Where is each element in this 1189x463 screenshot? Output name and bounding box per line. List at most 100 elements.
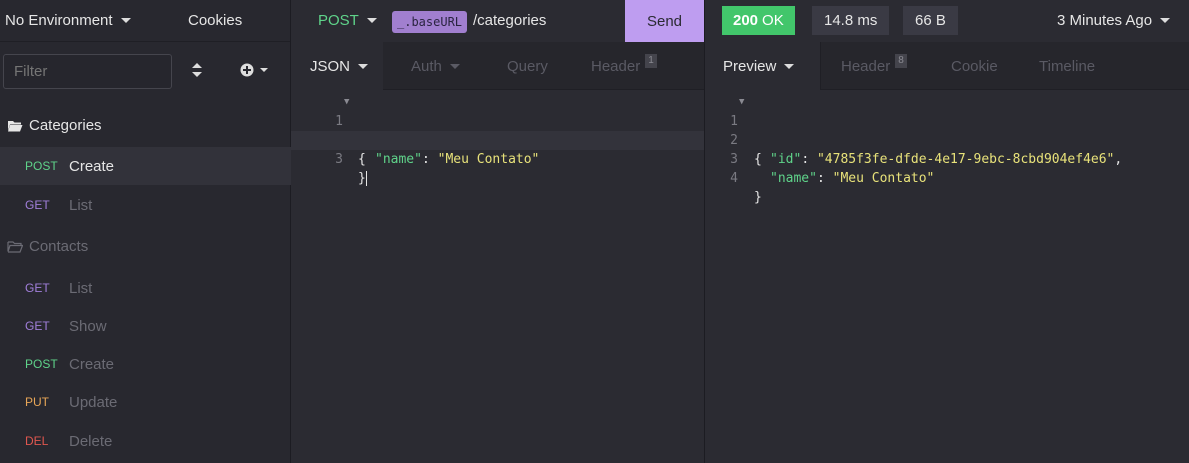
tab-cookie[interactable]: Cookie (951, 42, 998, 90)
json-key: "name" (375, 152, 422, 167)
json-value: "Meu Contato" (437, 152, 540, 167)
json-value: "Meu Contato" (832, 171, 935, 186)
request-item-contacts-list[interactable]: GET List (0, 269, 291, 307)
status-code: 200 (733, 12, 759, 29)
time-ago-label: 3 Minutes Ago (1057, 12, 1153, 29)
method-badge: DEL (25, 434, 49, 448)
tab-auth[interactable]: Auth (411, 42, 460, 90)
code-text: { (358, 152, 366, 167)
filter-input[interactable] (3, 54, 172, 89)
request-item-categories-list[interactable]: GET List (0, 186, 291, 224)
code-text: "name": "Meu Contato" (770, 171, 935, 186)
tab-query[interactable]: Query (507, 42, 548, 90)
fold-icon[interactable]: ▼ (739, 93, 744, 112)
request-name: Delete (69, 432, 113, 450)
tab-timeline[interactable]: Timeline (1039, 42, 1095, 90)
request-item-contacts-show[interactable]: GET Show (0, 307, 291, 345)
filter-row (0, 52, 291, 90)
request-item-contacts-update[interactable]: PUT Update (0, 383, 291, 421)
response-tabs: Preview Header 8 Cookie Timeline (705, 42, 1189, 90)
response-pane: 200 OK 14.8 ms 66 B 3 Minutes Ago Previe… (704, 0, 1189, 463)
request-name: List (69, 279, 93, 297)
response-body-viewer: 1 ▼ { 2 "id": "4785f3fe-dfde-4e17-9ebc-8… (705, 93, 1189, 205)
chevron-down-icon (1160, 18, 1171, 23)
method-badge: GET (25, 281, 50, 295)
code-line: 2 "name": "Meu Contato" (291, 112, 704, 167)
response-time: 14.8 ms (812, 6, 890, 35)
status-text: OK (762, 12, 784, 29)
text-cursor (365, 171, 367, 186)
request-item-contacts-create[interactable]: POST Create (0, 345, 291, 383)
request-name: List (69, 196, 93, 214)
method-badge: POST (25, 357, 58, 371)
tab-preview[interactable]: Preview (705, 42, 821, 90)
sidebar: No Environment Cookies Categories POST C… (0, 0, 291, 463)
method-badge: PUT (25, 395, 49, 409)
tab-label: Preview (723, 57, 777, 75)
tab-label: Auth (411, 57, 442, 75)
code-text-brace: } (358, 171, 366, 186)
folder-name: Categories (29, 116, 102, 134)
header-count-badge: 1 (645, 54, 657, 68)
chevron-down-icon (449, 63, 460, 69)
tab-label: Header (841, 57, 891, 75)
cookies-button[interactable]: Cookies (188, 12, 242, 29)
request-name: Update (69, 393, 118, 411)
chevron-down-icon (358, 63, 369, 69)
url-bar: POST _.baseURL /categories Send (291, 0, 704, 42)
chevron-down-icon (784, 63, 795, 69)
request-tabs: JSON Auth Query Header 1 (291, 42, 704, 90)
header-count-badge: 8 (895, 54, 907, 68)
json-key: "name" (770, 171, 817, 186)
response-size: 66 B (903, 6, 958, 35)
tab-label: Cookie (951, 57, 998, 75)
code-text: } (358, 169, 367, 188)
request-item-contacts-delete[interactable]: DEL Delete (0, 422, 291, 460)
code-line: 1 ▼ { (291, 93, 704, 167)
request-name: Create (69, 355, 115, 373)
sort-icon[interactable] (190, 62, 204, 78)
url-input[interactable]: /categories (473, 12, 546, 29)
tab-label: Header (591, 57, 641, 75)
request-item-categories-create[interactable]: POST Create (0, 147, 291, 185)
request-pane: POST _.baseURL /categories Send JSON Aut… (291, 0, 704, 463)
history-dropdown[interactable]: 3 Minutes Ago (1057, 12, 1171, 29)
method-badge: POST (25, 159, 58, 173)
line-number: 4 (730, 171, 738, 186)
method-badge: GET (25, 319, 50, 333)
base-url-tag[interactable]: _.baseURL (392, 11, 468, 33)
add-circle-icon[interactable] (240, 62, 270, 78)
tab-label: JSON (310, 57, 351, 75)
folder-open-icon (7, 240, 23, 253)
request-body-editor[interactable]: 1 ▼ { 2 "name": "Meu Contato" 3 } (291, 93, 704, 186)
folder-categories[interactable]: Categories (0, 110, 291, 140)
folder-name: Contacts (29, 237, 89, 255)
code-text: } (754, 190, 762, 205)
request-name: Show (69, 317, 107, 335)
tab-label: Query (507, 57, 548, 75)
chevron-down-icon (366, 18, 377, 23)
tab-response-header[interactable]: Header 8 (841, 42, 907, 90)
environment-dropdown[interactable]: No Environment (0, 12, 175, 29)
line-number: 3 (335, 152, 343, 167)
environment-label: No Environment (5, 12, 113, 29)
code-text: "name": "Meu Contato" (375, 152, 540, 167)
code-line: 3 } (291, 131, 704, 186)
code-line: 3 "name": "Meu Contato" (705, 131, 1189, 186)
tab-json[interactable]: JSON (291, 42, 383, 90)
folder-contacts[interactable]: Contacts (0, 231, 291, 261)
code-line: 2 "id": "4785f3fe-dfde-4e17-9ebc-8cbd904… (705, 112, 1189, 167)
sidebar-header: No Environment Cookies (0, 0, 290, 42)
chevron-down-icon (120, 18, 131, 23)
tab-label: Timeline (1039, 57, 1096, 75)
status-badge: 200 OK (722, 6, 795, 35)
method-label: POST (318, 12, 359, 29)
send-button[interactable]: Send (625, 0, 704, 42)
folder-open-icon (8, 120, 23, 131)
request-name: Create (69, 157, 115, 175)
fold-icon[interactable]: ▼ (344, 93, 349, 112)
code-line: 4 } (705, 150, 1189, 205)
method-badge: GET (25, 198, 50, 212)
method-dropdown[interactable]: POST (318, 12, 377, 29)
tab-header[interactable]: Header 1 (591, 42, 657, 90)
